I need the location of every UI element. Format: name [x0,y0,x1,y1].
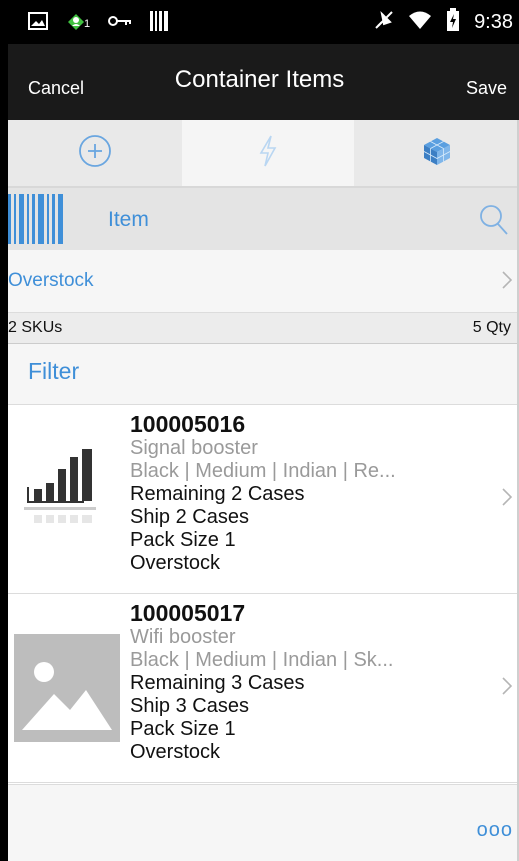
location-label: Overstock [8,270,94,291]
add-circle-icon [78,134,112,173]
sku-count: 2 SKUs [8,319,63,336]
status-bar: 1 9:38 [0,0,519,44]
item-ship: Ship 3 Cases [130,695,249,717]
action-tab-bar [0,120,519,188]
item-description: Signal booster [130,437,258,459]
chevron-right-icon [501,676,513,701]
item-scan-label: Item [108,208,149,231]
item-scan-row[interactable]: Item [0,188,519,250]
barcode-icon [150,11,168,36]
account-badge-count: 1 [84,18,91,30]
left-edge-border [0,0,8,861]
location-row[interactable]: Overstock [0,250,519,313]
save-button[interactable]: Save [466,78,507,99]
list-item[interactable]: 100005016 Signal booster Black | Medium … [0,405,519,594]
item-remaining: Remaining 2 Cases [130,483,305,505]
item-location: Overstock [130,552,221,574]
app-screen: 1 9:38 Cancel Container Items Save Item … [0,0,519,861]
account-badge-icon: 1 [66,10,90,37]
item-sku: 100005016 [130,411,246,437]
item-pack-size: Pack Size 1 [130,529,236,551]
item-pack-size: Pack Size 1 [130,718,236,740]
lightning-icon [257,135,279,172]
search-icon[interactable] [479,204,509,241]
item-details: 100005016 Signal booster Black | Medium … [130,411,480,575]
tab-quick-action[interactable] [182,120,354,186]
item-attributes: Black | Medium | Indian | Sk... [130,649,394,671]
item-location: Overstock [130,741,221,763]
item-details: 100005017 Wifi booster Black | Medium | … [130,600,480,764]
tab-container[interactable] [354,120,519,186]
wifi-icon [408,10,432,35]
status-time: 9:38 [474,11,513,33]
item-attributes: Black | Medium | Indian | Re... [130,460,396,482]
more-options-button[interactable]: ooo [477,819,513,842]
cube-icon [422,136,452,171]
total-qty: 5 Qty [472,319,511,336]
title-bar: Cancel Container Items Save [0,44,519,120]
chevron-right-icon [501,487,513,512]
filter-button[interactable]: Filter [28,358,79,385]
image-placeholder-icon [14,634,120,747]
mute-icon [374,10,394,35]
status-right-icons: 9:38 [374,8,513,37]
item-ship: Ship 2 Cases [130,506,249,528]
item-remaining: Remaining 3 Cases [130,672,305,694]
list-item[interactable]: 100005017 Wifi booster Black | Medium | … [0,594,519,783]
chevron-right-icon [501,270,513,295]
filter-row[interactable]: Filter [0,344,519,405]
battery-icon [446,8,460,37]
page-title: Container Items [174,66,345,93]
signal-bars-icon [14,447,104,544]
bottom-bar: ooo [0,784,519,861]
summary-row: 2 SKUs 5 Qty [0,313,519,344]
item-description: Wifi booster [130,626,236,648]
tab-add[interactable] [8,120,182,186]
item-sku: 100005017 [130,600,246,626]
status-left-icons: 1 [28,10,168,37]
key-icon [108,14,132,33]
image-icon [28,12,48,35]
barcode-scan-icon[interactable] [8,194,66,249]
